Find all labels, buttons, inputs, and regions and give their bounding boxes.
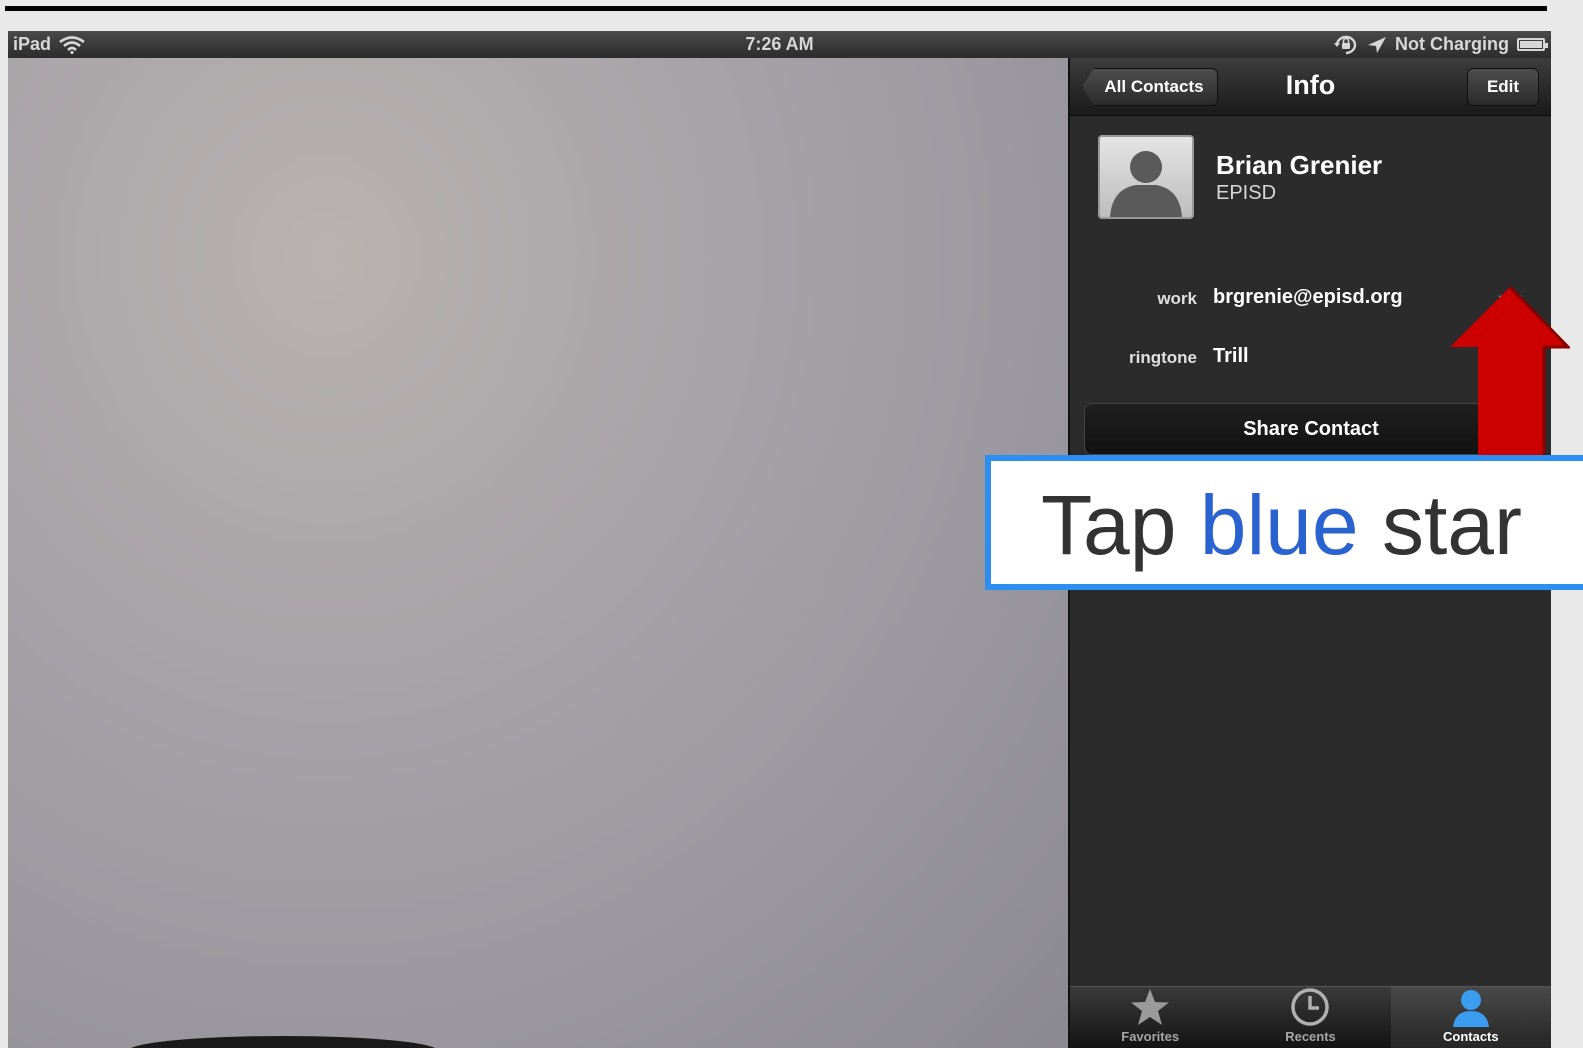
rotation-lock-icon [1334,35,1357,54]
callout-text: Tap blue star [1041,477,1522,574]
location-arrow-icon [1368,36,1386,53]
tab-recents-label: Recents [1285,1029,1336,1044]
callout-word-tap: Tap [1041,478,1177,572]
battery-status-text: Not Charging [1395,34,1509,54]
camera-dark-object [128,1036,438,1048]
navigation-bar: All Contacts Info Edit [1070,58,1551,116]
tab-favorites[interactable]: Favorites [1070,987,1230,1048]
work-email-label: work [1157,289,1197,308]
ringtone-value[interactable]: Trill [1213,345,1249,368]
tab-contacts[interactable]: Contacts [1390,987,1551,1048]
status-bar: iPad 7:26 AM Not Charging [8,31,1551,58]
edit-button[interactable]: Edit [1467,68,1539,106]
tab-recents[interactable]: Recents [1230,987,1390,1048]
contact-name: Brian Grenier [1216,150,1383,180]
person-icon [1452,990,1489,1027]
clock-icon [1291,988,1330,1026]
person-silhouette-icon [1110,151,1182,217]
status-right: Not Charging [1333,34,1548,55]
red-pointer-arrow-icon [1450,285,1570,460]
contact-organization: EPISD [1216,182,1277,204]
instruction-callout: Tap blue star [985,455,1583,590]
contact-avatar[interactable] [1098,135,1194,219]
work-email-value[interactable]: brgrenie@episd.org [1213,286,1403,309]
ringtone-label: ringtone [1129,348,1197,367]
callout-word-blue: blue [1199,478,1359,572]
star-icon [1131,989,1170,1025]
camera-view [8,58,1068,1048]
battery-icon [1517,38,1548,51]
tab-bar: Favorites Recents Contacts [1070,986,1551,1048]
tab-contacts-label: Contacts [1443,1029,1499,1044]
callout-word-star: star [1381,478,1522,572]
tab-favorites-label: Favorites [1121,1029,1180,1044]
status-time: 7:26 AM [745,34,814,54]
top-border-line [5,6,1547,11]
